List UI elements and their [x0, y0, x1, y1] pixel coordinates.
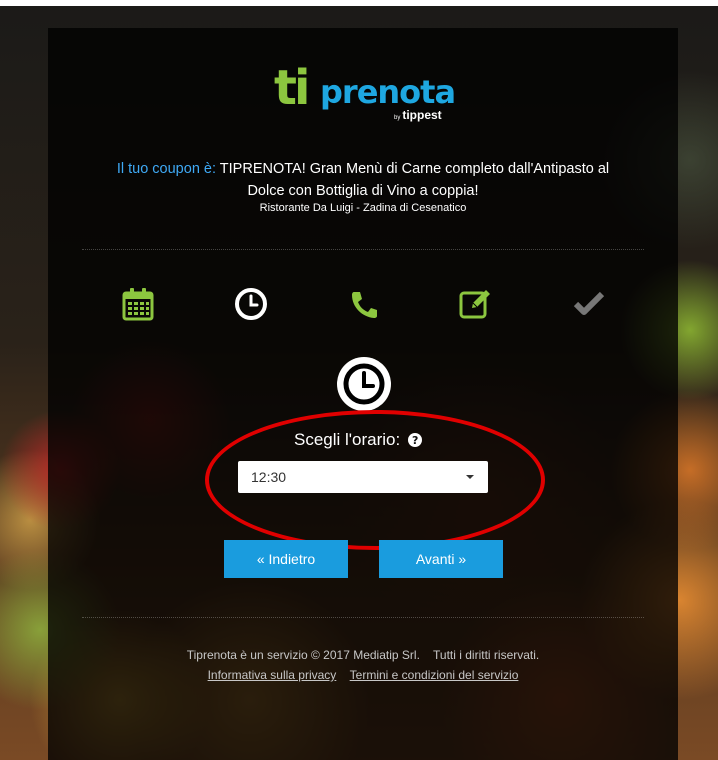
next-button[interactable]: Avanti » — [379, 540, 503, 578]
tiprenota-logo: ti prenota by tippest — [272, 60, 472, 124]
top-edge — [0, 0, 718, 6]
coupon-text: TIPRENOTA! Gran Menù di Carne completo d… — [219, 161, 610, 199]
choose-time-label: Scegli l'orario: — [294, 430, 401, 449]
footer: Tiprenota è un servizio © 2017 Mediatip … — [98, 645, 628, 685]
footer-copyright-row: Tiprenota è un servizio © 2017 Mediatip … — [98, 645, 628, 665]
chevron-down-icon — [466, 475, 474, 479]
clock-icon — [233, 286, 269, 322]
logo-tippest: tippest — [402, 108, 442, 122]
phone-icon — [346, 286, 382, 322]
logo-by: by — [394, 115, 401, 121]
time-select[interactable]: 12:30 — [238, 461, 488, 493]
help-icon[interactable]: ? — [408, 433, 423, 447]
footer-rights: Tutti i diritti riservati. — [433, 648, 540, 662]
back-button[interactable]: « Indietro — [224, 540, 348, 578]
coupon-description: Il tuo coupon è: TIPRENOTA! Gran Menù di… — [98, 158, 628, 202]
coupon-label: Il tuo coupon è: — [116, 161, 217, 177]
time-select-value: 12:30 — [251, 469, 287, 485]
check-icon — [571, 286, 607, 322]
footer-copyright: Tiprenota è un servizio © 2017 Mediatip … — [186, 648, 420, 662]
calendar-icon — [120, 286, 156, 322]
booking-steps — [0, 286, 718, 322]
restaurant-name: Ristorante Da Luigi - Zadina di Cesenati… — [259, 202, 467, 214]
time-label-row: Scegli l'orario: ? — [294, 428, 423, 452]
footer-links: Informativa sulla privacy Termini e cond… — [98, 665, 628, 685]
divider-bottom — [82, 617, 644, 618]
edit-icon — [458, 286, 494, 322]
logo-ti: ti — [274, 60, 310, 116]
privacy-link[interactable]: Informativa sulla privacy — [208, 668, 337, 682]
logo-by-tippest: by tippest — [394, 108, 442, 122]
terms-link[interactable]: Termini e condizioni del servizio — [350, 668, 519, 682]
logo-prenota: prenota — [320, 73, 456, 111]
time-clock-icon — [336, 356, 392, 412]
divider-top — [82, 249, 644, 250]
